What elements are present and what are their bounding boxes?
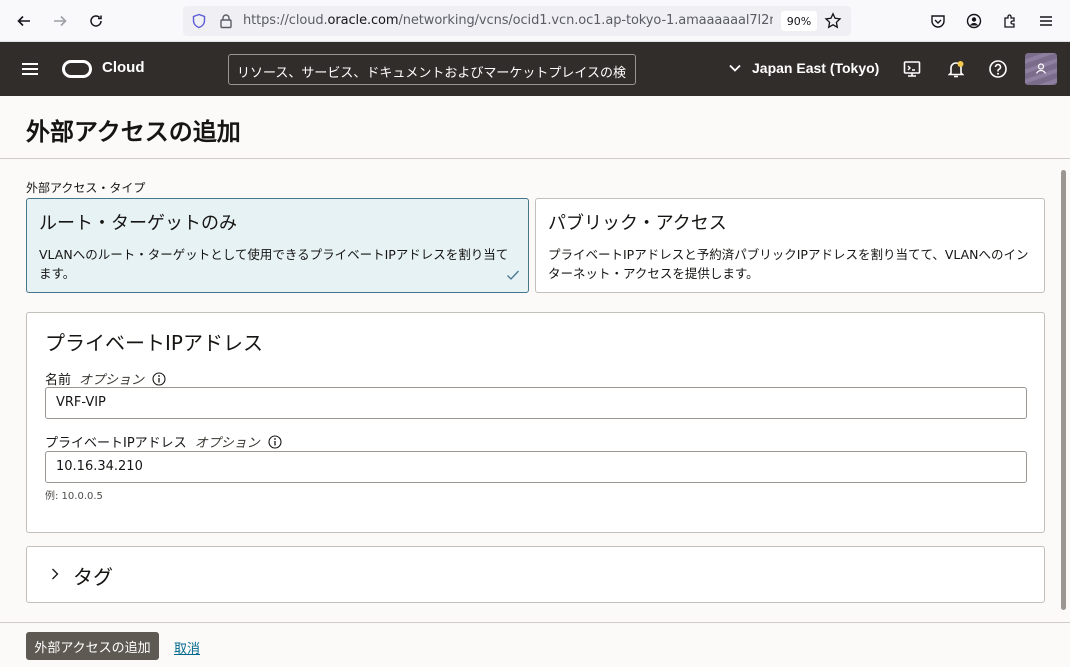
private-ip-input[interactable]: 10.16.34.210: [45, 451, 1027, 483]
info-icon[interactable]: [268, 434, 282, 449]
ip-field-label: プライベートIPアドレス オプション: [45, 432, 282, 451]
bookmark-star-icon[interactable]: [824, 12, 842, 30]
user-avatar[interactable]: [1025, 53, 1057, 85]
panel-title: プライベートIPアドレス: [45, 331, 263, 355]
ip-example-hint: 例: 10.0.0.5: [45, 491, 103, 502]
private-ip-panel: プライベートIPアドレス 名前 オプション VRF-VIP プライベートIPアド…: [26, 312, 1045, 533]
arrow-right-icon: [54, 15, 67, 27]
url-text[interactable]: https://cloud.oracle.com/networking/vcns…: [243, 13, 773, 31]
card-title: パブリック・アクセス: [548, 213, 727, 234]
add-external-access-button[interactable]: 外部アクセスの追加: [26, 632, 159, 660]
card-description: プライベートIPアドレスと予約済パブリックIPアドレスを割り当てて、VLANへの…: [548, 247, 1029, 281]
label-text: プライベートIPアドレス: [45, 436, 187, 451]
bell-icon[interactable]: [946, 59, 966, 79]
account-button[interactable]: [962, 9, 986, 33]
search-input[interactable]: リソース、サービス、ドキュメントおよびマーケットプレイスの検: [228, 54, 636, 85]
help-icon[interactable]: [988, 59, 1008, 79]
scrollbar[interactable]: [1061, 170, 1066, 610]
zoom-level-badge[interactable]: 90%: [781, 11, 817, 31]
optional-tag: オプション: [79, 373, 145, 388]
puzzle-icon: [1004, 14, 1015, 28]
profile-icon: [1025, 53, 1057, 85]
cancel-link[interactable]: 取消: [174, 638, 200, 657]
name-field-label: 名前 オプション: [45, 369, 166, 388]
reload-button[interactable]: [84, 9, 108, 33]
tags-section[interactable]: タグ: [26, 546, 1045, 603]
card-title: ルート・ターゲットのみ: [39, 213, 237, 234]
url-bar[interactable]: https://cloud.oracle.com/networking/vcns…: [183, 6, 851, 36]
brand-label[interactable]: Cloud: [102, 59, 145, 76]
region-label: Japan East (Tokyo): [752, 60, 880, 76]
back-button[interactable]: [12, 9, 36, 33]
checkmark-icon: [507, 270, 519, 280]
app-menu-button[interactable]: [1034, 9, 1058, 33]
access-type-label: 外部アクセス・タイプ: [26, 181, 146, 195]
card-description: VLANへのルート・ターゲットとして使用できるプライベートIPアドレスを割り当て…: [39, 247, 509, 281]
tags-label[interactable]: タグ: [73, 561, 113, 590]
info-icon[interactable]: [152, 371, 166, 386]
optional-tag: オプション: [194, 436, 260, 451]
oracle-logo[interactable]: [62, 60, 92, 78]
page-title: 外部アクセスの追加: [26, 118, 241, 146]
shield-icon[interactable]: [191, 13, 207, 29]
forward-button[interactable]: [48, 9, 72, 33]
chevron-down-icon: [729, 64, 741, 72]
name-input[interactable]: VRF-VIP: [45, 387, 1027, 419]
label-text: 名前: [45, 373, 72, 388]
account-icon: [966, 13, 982, 29]
hamburger-menu-icon[interactable]: [20, 59, 40, 79]
cloud-shell-icon[interactable]: [902, 59, 922, 79]
browser-toolbar: https://cloud.oracle.com/networking/vcns…: [0, 0, 1070, 42]
reload-icon: [90, 15, 102, 27]
region-selector[interactable]: Japan East (Tokyo): [728, 60, 879, 76]
pocket-button[interactable]: [926, 9, 950, 33]
pocket-icon: [931, 15, 945, 28]
extensions-button[interactable]: [998, 9, 1022, 33]
access-type-route-target-only[interactable]: ルート・ターゲットのみ VLANへのルート・ターゲットとして使用できるプライベー…: [26, 198, 529, 293]
lock-icon[interactable]: [218, 13, 234, 29]
arrow-left-icon: [17, 15, 30, 27]
form-footer: 外部アクセスの追加 取消: [0, 622, 1070, 667]
access-type-public-access[interactable]: パブリック・アクセス プライベートIPアドレスと予約済パブリックIPアドレスを割…: [535, 198, 1045, 293]
menu-icon: [1040, 16, 1052, 26]
page-header: 外部アクセスの追加: [0, 96, 1070, 159]
oci-header: Cloud リソース、サービス、ドキュメントおよびマーケットプレイスの検 Jap…: [0, 42, 1070, 96]
chevron-right-icon[interactable]: [47, 566, 63, 582]
